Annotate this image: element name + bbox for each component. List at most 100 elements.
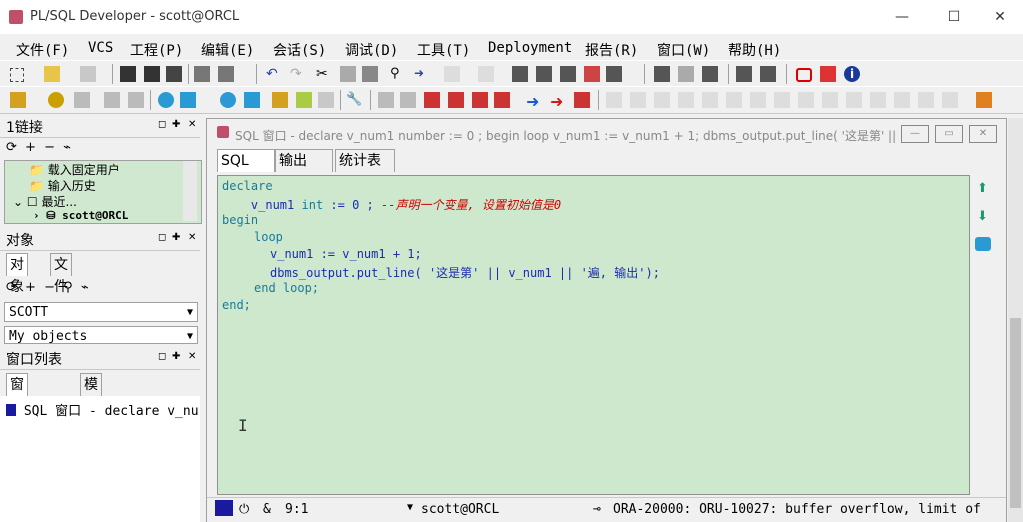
close-button[interactable]: ✕ [980,6,1020,28]
commit-icon[interactable] [104,92,120,108]
red-tag2-icon[interactable] [448,92,464,108]
find-icon[interactable]: ⚲ [63,280,73,295]
pane-pin-icon[interactable]: ✚ [172,119,180,130]
window-icon[interactable] [654,66,670,82]
maximize-button[interactable]: ☐ [934,6,974,28]
gauge-icon[interactable] [272,92,288,108]
replace-icon[interactable]: ➜ [414,66,430,82]
oracle-icon[interactable] [796,68,812,82]
nav-icon-15[interactable] [942,92,958,108]
menu-edit[interactable]: 编辑(E) [201,40,254,60]
sql-dropdown-icon[interactable] [180,92,196,108]
lowercase-icon[interactable] [606,66,622,82]
tag-outline-icon[interactable] [400,92,416,108]
lock-icon[interactable] [976,92,992,108]
tab-window-list[interactable]: 窗口列表 [6,373,28,459]
tab-objects[interactable]: 对象 [6,253,28,295]
main-scrollbar[interactable] [1008,118,1023,522]
save-all-icon[interactable] [166,66,182,82]
menu-file[interactable]: 文件(F) [16,40,69,60]
pane-restore-icon[interactable]: ◻ [158,351,166,362]
paste-icon[interactable] [362,66,378,82]
indent-icon[interactable] [536,66,552,82]
red-tag3-icon[interactable] [472,92,488,108]
nav-icon-3[interactable] [654,92,670,108]
menu-session[interactable]: 会话(S) [273,40,326,60]
arrow-right-red-icon[interactable]: ➜ [550,92,566,111]
scroll-up-icon[interactable]: ⬆ [977,181,988,196]
red-tag-icon[interactable] [424,92,440,108]
undo-icon[interactable]: ↶ [266,66,282,82]
tab-output[interactable]: 输出 [275,149,333,172]
sql-editor[interactable]: declare v_num1 int := 0 ; --声明一个变量, 设置初始… [217,175,970,495]
tab-statistics[interactable]: 统计表 [335,149,395,172]
menu-deployment[interactable]: Deployment [488,40,572,56]
nav-icon-12[interactable] [870,92,886,108]
tab-sql[interactable]: SQL [217,149,275,172]
scroll-down-icon[interactable]: ⬇ [977,209,988,224]
outdent-icon[interactable] [560,66,576,82]
info-icon[interactable]: i [844,66,860,82]
menu-reports[interactable]: 报告(R) [585,40,638,60]
connect-icon[interactable]: ⌁ [63,140,71,155]
nav-icon-7[interactable] [750,92,766,108]
sql-icon[interactable] [158,92,174,108]
remove-icon[interactable]: − [44,280,55,295]
edit-icon[interactable] [74,92,90,108]
save-as-icon[interactable] [144,66,160,82]
connect-icon[interactable]: ⌁ [81,280,89,295]
tree-item-connection[interactable]: › ⛁ scott@ORCL [33,209,128,222]
pane-restore-icon[interactable]: ◻ [158,119,166,130]
refresh-icon[interactable]: ⟳ [6,280,17,295]
arrow-right-blue-icon[interactable]: ➜ [526,92,542,111]
red-tag4-icon[interactable] [494,92,510,108]
refresh-icon[interactable]: ⟳ [6,140,17,155]
print-preview-icon[interactable] [80,66,96,82]
tree-scrollbar[interactable] [183,161,197,221]
tab-files[interactable]: 文件 [50,253,72,295]
menu-vcs[interactable]: VCS [88,40,113,56]
save-icon[interactable] [120,66,136,82]
database-icon[interactable] [220,92,236,108]
nav-icon-4[interactable] [678,92,694,108]
uppercase-icon[interactable] [584,66,600,82]
database-icon[interactable] [975,237,991,251]
redo-icon[interactable]: ↷ [290,66,306,82]
print-icon[interactable] [194,66,210,82]
settings-icon[interactable] [48,92,64,108]
minimize-button[interactable]: — [882,6,922,28]
tab-templates[interactable]: 模板 [80,373,102,415]
tree-item-history[interactable]: 📁 输入历史 [29,177,96,194]
scrollbar-thumb[interactable] [1010,318,1021,508]
add-icon[interactable]: + [25,280,36,295]
add-icon[interactable]: + [25,140,36,155]
sql-close-button[interactable]: ✕ [969,125,997,143]
calendar-icon[interactable] [296,92,312,108]
printer-setup-icon[interactable] [218,66,234,82]
back-icon[interactable] [444,66,460,82]
nav-icon-6[interactable] [726,92,742,108]
report-icon[interactable] [318,92,334,108]
cascade-icon[interactable] [736,66,752,82]
tree-item-fixed-users[interactable]: 📁 载入固定用户 [29,161,120,178]
check-icon[interactable] [512,66,528,82]
sql-minimize-button[interactable]: — [901,125,929,143]
window-close-icon[interactable] [702,66,718,82]
wrench-icon[interactable]: 🔧 [346,92,362,108]
chevron-down-icon[interactable]: ▼ [407,502,413,513]
pane-pin-icon[interactable]: ✚ [172,351,180,362]
open-icon[interactable] [44,66,60,82]
window-new-icon[interactable] [678,66,694,82]
nav-icon-14[interactable] [918,92,934,108]
pane-close-icon[interactable]: ✕ [188,351,196,362]
tag-icon[interactable] [378,92,394,108]
pane-close-icon[interactable]: ✕ [188,119,196,130]
remove-icon[interactable]: − [44,140,55,155]
pane-restore-icon[interactable]: ◻ [158,232,166,243]
pane-pin-icon[interactable]: ✚ [172,232,180,243]
status-power-icon[interactable]: ⏻ [239,502,249,517]
database-session-icon[interactable] [244,92,260,108]
nav-icon-5[interactable] [702,92,718,108]
forward-icon[interactable] [478,66,494,82]
rollback-icon[interactable] [128,92,144,108]
